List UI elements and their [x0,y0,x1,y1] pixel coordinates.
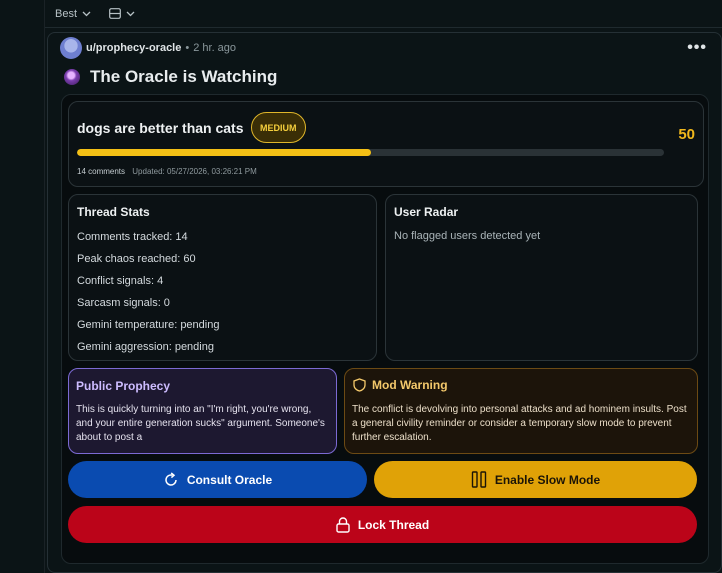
topic-meta: 14 comments Updated: 05/27/2026, 03:26:2… [77,167,257,176]
mod-warning-card: Mod Warning The conflict is devolving in… [344,368,698,454]
shield-icon [353,378,366,392]
post-title: The Oracle is Watching [64,67,277,87]
chaos-score: 50 [678,126,695,143]
lock-thread-label: Lock Thread [357,517,430,532]
enable-slow-mode-button[interactable]: Enable Slow Mode [374,461,697,498]
user-radar-card: User Radar No flagged users detected yet [385,194,698,361]
oracle-panel: dogs are better than cats MEDIUM 50 14 c… [61,94,709,564]
chevron-down-icon [82,11,91,16]
user-radar-empty: No flagged users detected yet [394,230,541,242]
stat-sarcasm-signals: Sarcasm signals: 0 [77,297,170,309]
enable-slow-mode-label: Enable Slow Mode [494,472,601,487]
stat-gemini-temperature: Gemini temperature: pending [77,319,220,331]
separator-dot: • [185,42,190,54]
topic-card: dogs are better than cats MEDIUM 50 14 c… [68,101,704,187]
view-layout-icon [109,8,121,19]
post-time: 2 hr. ago [193,42,237,54]
stat-peak-chaos: Peak chaos reached: 60 [77,253,196,265]
stat-gemini-aggression: Gemini aggression: pending [77,341,214,353]
chaos-progress-fill [77,149,371,156]
chaos-progress-track [77,149,664,156]
updated-timestamp: Updated: 05/27/2026, 03:26:21 PM [132,167,257,176]
crystal-ball-icon [64,69,80,85]
view-dropdown[interactable] [109,8,135,19]
topic-text: dogs are better than cats [77,120,244,136]
mod-warning-header: Mod Warning [353,378,448,392]
pause-icon [471,471,487,488]
username-link[interactable]: u/prophecy-oracle [86,42,181,54]
sort-dropdown[interactable]: Best [55,8,91,20]
sort-label: Best [55,7,78,20]
thread-stats-card: Thread Stats Comments tracked: 14 Peak c… [68,194,377,361]
comment-count: 14 comments [77,167,126,176]
chaos-level-badge: MEDIUM [251,112,306,143]
user-radar-title: User Radar [394,205,459,219]
stat-comments-tracked: Comments tracked: 14 [77,231,188,243]
left-rail [0,0,45,573]
chevron-down-icon [126,11,135,16]
lock-thread-button[interactable]: Lock Thread [68,506,697,543]
mod-warning-text: The conflict is devolving into personal … [352,404,687,443]
more-options-icon[interactable]: ••• [687,39,707,57]
sort-bar: Best [45,0,722,28]
public-prophecy-text: This is quickly turning into an "I'm rig… [76,404,325,443]
thread-stats-title: Thread Stats [77,205,150,219]
post-card: u/prophecy-oracle • 2 hr. ago ••• The Or… [47,32,722,573]
post-header: u/prophecy-oracle • 2 hr. ago [60,37,236,59]
mod-warning-title: Mod Warning [372,378,448,392]
public-prophecy-title: Public Prophecy [76,379,171,393]
lock-icon [336,516,350,533]
consult-oracle-label: Consult Oracle [186,472,273,487]
avatar[interactable] [60,37,82,59]
consult-oracle-button[interactable]: Consult Oracle [68,461,367,498]
post-title-text: The Oracle is Watching [90,67,278,86]
refresh-icon [165,471,177,486]
public-prophecy-card: Public Prophecy This is quickly turning … [68,368,337,454]
stat-conflict-signals: Conflict signals: 4 [77,275,164,287]
